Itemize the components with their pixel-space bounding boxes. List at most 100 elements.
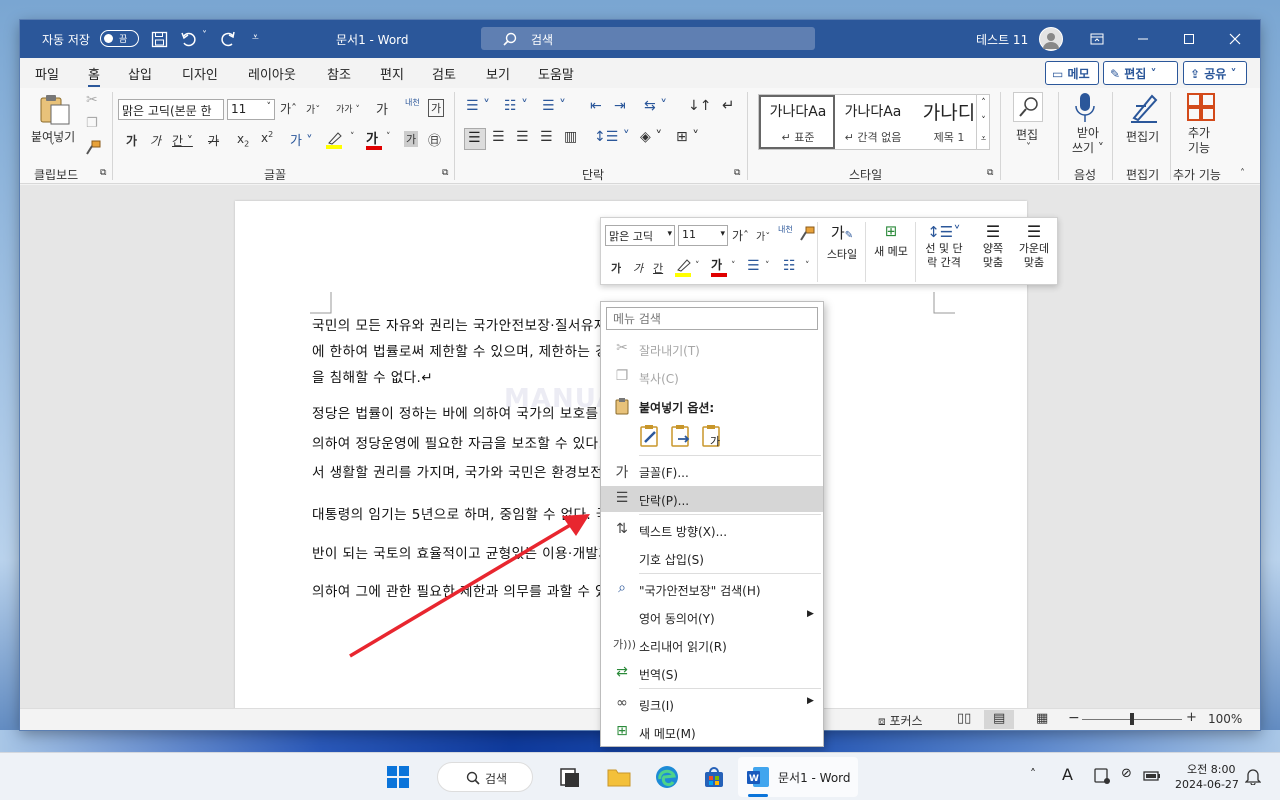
menu-item-search[interactable]: ⌕ "국가안전보장" 검색(H) <box>601 576 823 602</box>
share-button[interactable]: ⇪ 공유 ˅ <box>1183 61 1247 85</box>
shading-icon[interactable]: ◈ ˅ <box>640 129 662 145</box>
close-button[interactable] <box>1212 20 1258 58</box>
decrease-indent-icon[interactable]: ⇤ <box>590 98 602 114</box>
editing-label[interactable]: 편집 <box>1016 126 1038 143</box>
mini-bullets-dropdown-icon[interactable]: ˅ <box>765 261 770 271</box>
menu-item-font[interactable]: 가 글꼴(F)... <box>601 458 823 484</box>
styles-dialog-launcher-icon[interactable]: ⧉ <box>987 168 993 178</box>
menu-search-input[interactable] <box>606 307 818 330</box>
increase-indent-icon[interactable]: ⇥ <box>614 98 626 114</box>
undo-dropdown-icon[interactable]: ˅ <box>202 30 207 41</box>
web-layout-icon[interactable]: ▦ <box>1036 711 1048 726</box>
mini-font-color-dropdown-icon[interactable]: ˅ <box>731 261 736 271</box>
align-center-icon[interactable]: ☰ <box>492 129 505 145</box>
menu-item-synonyms[interactable]: 영어 동의어(Y) ▶ <box>601 604 823 630</box>
styles-more-icon[interactable]: ⩡ <box>977 130 990 148</box>
menu-item-new-comment[interactable]: ⊞ 새 메모(M) <box>601 719 823 745</box>
distributed-icon[interactable]: ▥ <box>564 129 577 145</box>
minimize-button[interactable] <box>1120 20 1166 58</box>
mini-phonetic-icon[interactable]: 내천 <box>778 224 793 235</box>
enclose-characters-icon[interactable]: ㊐ <box>428 130 441 149</box>
char-shading-icon[interactable]: 가 <box>404 131 419 147</box>
format-painter-icon[interactable] <box>85 140 101 156</box>
undo-icon[interactable] <box>180 30 198 48</box>
dictate-button[interactable]: 받아 쓰기 ˅ <box>1072 126 1104 156</box>
paragraph-dialog-launcher-icon[interactable]: ⧉ <box>734 168 740 178</box>
paste-merge-button[interactable] <box>668 423 694 449</box>
customize-qat-icon[interactable]: ⩡ <box>252 30 259 45</box>
search-box[interactable]: 검색 <box>481 27 815 50</box>
mini-numbering-icon[interactable]: ☷ <box>783 258 796 274</box>
taskbar-word-button[interactable]: W 문서1 - Word <box>738 757 858 797</box>
italic-icon[interactable]: 가 <box>150 132 161 149</box>
menu-item-translate[interactable]: ⇄ 번역(S) <box>601 660 823 686</box>
shrink-font-icon[interactable]: 가ˇ <box>306 101 320 116</box>
tab-home[interactable]: 홈 <box>88 64 100 87</box>
tab-view[interactable]: 보기 <box>486 64 510 83</box>
style-normal[interactable]: 가나다Aa ↵ 표준 <box>763 101 833 145</box>
bullets-icon[interactable]: ☰ ˅ <box>466 98 490 114</box>
find-button[interactable] <box>1013 92 1043 122</box>
save-icon[interactable] <box>151 31 169 48</box>
microphone-icon[interactable] <box>1074 92 1096 124</box>
font-size-combo[interactable]: 11 ˅ <box>227 99 275 120</box>
print-layout-button[interactable]: ▤ <box>984 710 1014 729</box>
notification-bell-icon[interactable] <box>1245 767 1261 785</box>
show-marks-icon[interactable]: ↵ <box>722 96 735 114</box>
superscript-icon[interactable]: x2 <box>261 130 273 145</box>
redo-icon[interactable] <box>219 30 237 48</box>
task-view-icon[interactable] <box>557 765 581 789</box>
edge-icon[interactable] <box>655 765 679 789</box>
tab-help[interactable]: 도움말 <box>538 64 574 83</box>
styles-scroll[interactable]: ˄ ˅ ⩡ <box>976 94 990 150</box>
highlight-dropdown-icon[interactable]: ˅ <box>350 132 355 142</box>
menu-item-link[interactable]: ∞ 링크(I) ▶ <box>601 691 823 717</box>
strikethrough-icon[interactable]: 가 <box>208 132 219 149</box>
mini-grow-font-icon[interactable]: 가ˆ <box>732 227 749 244</box>
read-mode-icon[interactable]: ▯▯ <box>957 711 971 726</box>
tab-mailings[interactable]: 편지 <box>380 64 404 83</box>
text-effects-icon[interactable]: 가 ˅ <box>290 130 313 149</box>
font-color-dropdown-icon[interactable]: ˅ <box>386 132 391 142</box>
tab-references[interactable]: 참조 <box>327 64 351 83</box>
subscript-icon[interactable]: x2 <box>237 132 249 148</box>
grow-font-icon[interactable]: 가ˆ <box>280 100 297 117</box>
mini-highlight-dropdown-icon[interactable]: ˅ <box>695 261 700 271</box>
mini-format-painter-icon[interactable] <box>799 226 815 242</box>
maximize-button[interactable] <box>1166 20 1212 58</box>
ribbon-display-button[interactable] <box>1074 20 1120 58</box>
tab-file[interactable]: 파일 <box>35 64 59 83</box>
phonetic-guide-icon[interactable]: 내천 <box>405 97 420 108</box>
network-icon[interactable]: ⊘ <box>1121 766 1132 781</box>
mini-bold-icon[interactable]: 가 <box>611 260 621 276</box>
editor-label[interactable]: 편집기 <box>1126 128 1159 145</box>
editing-mode-button[interactable]: ✎ 편집 ˅ <box>1103 61 1178 85</box>
justify-icon[interactable]: ☰ <box>540 129 553 145</box>
zoom-out-icon[interactable]: − <box>1068 710 1080 726</box>
file-explorer-icon[interactable] <box>607 765 631 789</box>
tablet-icon[interactable] <box>1093 767 1111 785</box>
collapse-ribbon-icon[interactable]: ˄ <box>1240 168 1245 179</box>
mini-bullets-icon[interactable]: ☰ <box>747 258 760 274</box>
cut-icon[interactable]: ✂ <box>86 92 98 108</box>
autosave-toggle[interactable]: 끔 <box>100 30 139 47</box>
mini-italic-icon[interactable]: 가 <box>633 260 643 276</box>
editing-dropdown-icon[interactable]: ˅ <box>1026 142 1031 153</box>
mini-size-combo[interactable]: 11 ▾ <box>678 225 728 246</box>
menu-item-insert-symbol[interactable]: 기호 삽입(S) <box>601 545 823 571</box>
text-direction-icon[interactable]: ⇆ ˅ <box>644 98 667 114</box>
store-icon[interactable] <box>702 765 726 789</box>
change-case-icon[interactable]: 가가 ˅ <box>336 102 360 115</box>
enclose-char-icon[interactable]: 가 <box>428 99 445 117</box>
battery-icon[interactable] <box>1141 767 1161 785</box>
ime-indicator[interactable]: A <box>1062 765 1073 784</box>
menu-item-text-direction[interactable]: ⇅ 텍스트 방향(X)... <box>601 517 823 543</box>
comments-button[interactable]: ▭ 메모 <box>1045 61 1099 85</box>
zoom-thumb[interactable] <box>1130 713 1134 725</box>
multilevel-list-icon[interactable]: ☰ ˅ <box>542 98 566 114</box>
style-no-spacing[interactable]: 가나다Aa ↵ 간격 없음 <box>837 101 909 145</box>
bold-icon[interactable]: 가 <box>126 132 137 149</box>
mini-highlight-button[interactable] <box>675 258 691 278</box>
mini-line-spacing-button[interactable]: ↕☰˅ 선 및 단 락 간격 <box>919 222 969 282</box>
focus-button[interactable]: ⧈ 포커스 <box>878 712 923 729</box>
